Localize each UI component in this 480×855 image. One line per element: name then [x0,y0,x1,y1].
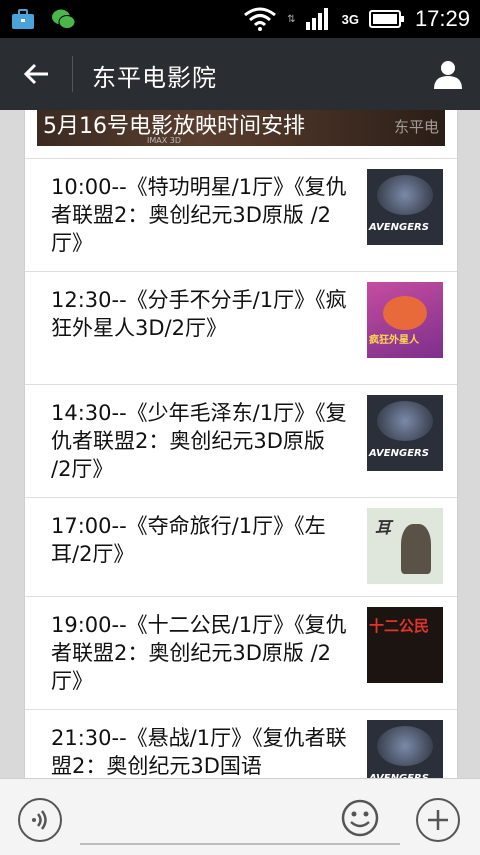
title-separator [72,56,73,92]
banner-subtitle: IMAX 3D [147,136,182,145]
clock: 17:29 [414,6,470,31]
list-item[interactable]: 12:30--《分手不分手/1厅》《疯狂外星人3D/2厅》 疯狂外星人 [25,271,457,384]
message-input-bar [0,778,480,855]
movie-thumbnail[interactable]: AVENGERS [367,169,443,245]
article-content[interactable]: 5月16号电影放映时间安排 IMAX 3D 东平电 10:00--《特功明星/1… [0,110,480,778]
battery-icon [368,10,404,28]
signal-icon [305,8,328,30]
banner-watermark: 东平电 [393,118,439,136]
list-item[interactable]: 17:00--《夺命旅行/1厅》《左耳/2厅》 耳 [25,497,457,596]
voice-button[interactable] [18,798,62,842]
status-bar: ⇅ 3G 17:29 [0,0,480,38]
person-icon [434,61,462,89]
schedule-list: 10:00--《特功明星/1厅》《复仇者联盟2：奥创纪元3D原版 /2厅》 AV… [25,158,457,778]
article-card: 5月16号电影放映时间安排 IMAX 3D 东平电 10:00--《特功明星/1… [24,110,458,778]
title-bar: 东平电影院 [0,38,480,110]
add-button[interactable] [416,798,460,842]
schedule-text: 10:00--《特功明星/1厅》《复仇者联盟2：奥创纪元3D原版 /2厅》 [51,175,347,255]
list-item[interactable]: 14:30--《少年毛泽东/1厅》《复仇者联盟2：奥创纪元3D原版 /2厅》 A… [25,384,457,497]
briefcase-icon [12,9,34,29]
schedule-text: 17:00--《夺命旅行/1厅》《左耳/2厅》 [51,514,326,566]
schedule-banner-image: 5月16号电影放映时间安排 IMAX 3D 东平电 [37,110,445,146]
schedule-text: 21:30--《悬战/1厅》《复仇者联盟2：奥创纪元3D国语 [51,726,347,778]
list-item[interactable]: 10:00--《特功明星/1厅》《复仇者联盟2：奥创纪元3D原版 /2厅》 AV… [25,158,457,271]
movie-thumbnail[interactable]: 耳 [367,508,443,584]
movie-thumbnail[interactable]: 疯狂外星人 [367,282,443,358]
emoji-icon[interactable] [340,798,380,838]
list-item[interactable]: 21:30--《悬战/1厅》《复仇者联盟2：奥创纪元3D国语 AVENGERS [25,709,457,778]
movie-thumbnail[interactable]: 十二公民 [367,607,443,683]
wifi-icon [244,7,277,31]
movie-thumbnail[interactable]: AVENGERS [367,395,443,471]
back-button[interactable] [14,56,58,92]
schedule-text: 19:00--《十二公民/1厅》《复仇者联盟2：奥创纪元3D原版 /2厅》 [51,613,347,693]
wechat-icon [52,9,76,29]
plus-icon [428,810,448,830]
page-title: 东平电影院 [92,64,217,92]
schedule-text: 14:30--《少年毛泽东/1厅》《复仇者联盟2：奥创纪元3D原版 /2厅》 [51,401,347,481]
list-item[interactable]: 19:00--《十二公民/1厅》《复仇者联盟2：奥创纪元3D原版 /2厅》 十二… [25,596,457,709]
schedule-text: 12:30--《分手不分手/1厅》《疯狂外星人3D/2厅》 [51,288,347,340]
network-type-label: 3G [341,11,359,27]
movie-thumbnail[interactable]: AVENGERS [367,720,443,778]
back-arrow-icon [23,63,48,85]
profile-button[interactable] [426,52,470,96]
voice-icon [32,810,47,830]
